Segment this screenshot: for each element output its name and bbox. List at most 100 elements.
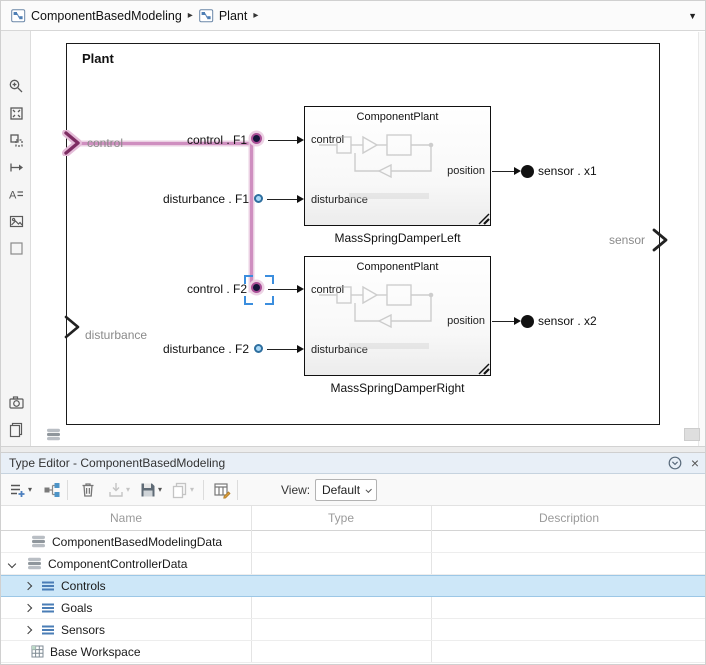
breadcrumb-item-subsystem[interactable]: Plant [199, 8, 248, 23]
signal-label-control-f2: control . F2 [186, 282, 247, 296]
wire-arrow-icon [514, 167, 521, 175]
signal-route-icon[interactable] [7, 158, 25, 176]
view-dropdown[interactable]: Default [315, 479, 377, 501]
import-dropdown-icon[interactable]: ▾ [126, 485, 130, 494]
column-header-name[interactable]: Name [1, 506, 251, 531]
disturbance-inport-icon[interactable] [61, 314, 83, 340]
toolbar-separator [203, 480, 204, 500]
table-row-componentbasedmodelingdata[interactable]: ComponentBasedModelingData [1, 531, 705, 553]
wire-arrow-icon [297, 136, 304, 144]
selection-corner [244, 296, 253, 305]
signal-label-sensor-x2: sensor . x2 [538, 314, 597, 328]
signal-label-sensor-x1: sensor . x1 [538, 164, 597, 178]
wire-arrow-icon [297, 195, 304, 203]
breadcrumb-dropdown-icon[interactable]: ▼ [688, 11, 697, 21]
control-signal-branch-line[interactable] [250, 143, 253, 291]
view-label: View: [281, 483, 311, 497]
block-name-label: MassSpringDamperRight [330, 381, 465, 395]
type-table-rows: ComponentBasedModelingData ComponentCont… [1, 531, 705, 663]
hierarchy-view-button[interactable] [41, 479, 63, 501]
table-row-base-workspace[interactable]: Base Workspace [1, 641, 705, 663]
wire-arrow-icon [514, 317, 521, 325]
control-f1-connector[interactable] [251, 133, 262, 144]
type-table-header: Name Type Description [1, 506, 705, 531]
sensor-port-label: sensor [608, 233, 645, 247]
block-mass-spring-damper-right[interactable]: ComponentPlant control disturbance posit… [304, 256, 491, 376]
edit-table-button[interactable] [211, 479, 233, 501]
type-editor-header: Type Editor - ComponentBasedModeling × [1, 453, 705, 474]
breadcrumb-item-model[interactable]: ComponentBasedModeling [11, 8, 182, 23]
breadcrumb: ComponentBasedModeling ▸ Plant ▸ ▼ [1, 1, 705, 31]
canvas-title: Plant [82, 51, 114, 66]
svg-text:A: A [9, 189, 17, 201]
disturbance-port-label: disturbance [85, 328, 148, 342]
row-label: Base Workspace [50, 644, 141, 659]
sensor-x2-connector[interactable] [521, 315, 534, 328]
workspace-grid-icon [31, 645, 44, 658]
signal-label-control-f1: control . F1 [186, 133, 247, 147]
disturbance-f2-connector[interactable] [254, 344, 263, 353]
wire[interactable] [492, 321, 515, 323]
copy-dropdown-icon[interactable]: ▾ [190, 485, 194, 494]
selection-corner [265, 275, 274, 284]
sensor-x1-connector[interactable] [521, 165, 534, 178]
expand-chevron-icon[interactable] [23, 603, 33, 612]
panel-close-icon[interactable]: × [691, 456, 699, 470]
expand-chevron-icon[interactable] [23, 625, 33, 634]
column-header-description[interactable]: Description [431, 506, 705, 531]
sensor-outport-icon[interactable] [649, 227, 671, 253]
save-button[interactable] [137, 479, 159, 501]
selection-corner [265, 296, 274, 305]
fit-view-icon[interactable] [7, 104, 25, 122]
area-box-icon[interactable] [7, 239, 25, 257]
type-editor-toolbar: ▾ ▾ ▾ ▾ View: Default [1, 474, 705, 506]
signal-label-disturbance-f2: disturbance . F2 [162, 342, 249, 356]
wire[interactable] [492, 171, 515, 173]
add-type-button[interactable] [7, 479, 29, 501]
import-button[interactable] [105, 479, 127, 501]
expand-chevron-icon[interactable] [23, 581, 33, 591]
image-annotation-icon[interactable] [7, 212, 25, 230]
resize-corner-icon [478, 213, 490, 225]
delete-button[interactable] [77, 479, 99, 501]
table-row-controls[interactable]: Controls [1, 575, 705, 597]
wire[interactable] [267, 349, 298, 351]
table-row-componentcontrollerdata[interactable]: ComponentControllerData [1, 553, 705, 575]
table-row-goals[interactable]: Goals [1, 597, 705, 619]
collapse-chevron-icon[interactable] [7, 559, 17, 568]
view-dropdown-value: Default [322, 483, 361, 497]
save-dropdown-icon[interactable]: ▾ [158, 485, 162, 494]
control-inport-icon[interactable] [61, 130, 83, 156]
wire[interactable] [267, 199, 298, 201]
block-mass-spring-damper-left[interactable]: ComponentPlant control disturbance posit… [304, 106, 491, 226]
breadcrumb-separator-icon: ▸ [187, 10, 193, 21]
canvas-vertical-scrollbar[interactable] [698, 32, 705, 446]
table-row-sensors[interactable]: Sensors [1, 619, 705, 641]
wire[interactable] [268, 140, 298, 142]
panel-collapse-icon[interactable] [668, 456, 682, 470]
breadcrumb-separator-icon: ▸ [253, 10, 259, 21]
model-icon [11, 8, 26, 23]
breadcrumb-label[interactable]: Plant [219, 9, 248, 23]
canvas-scrollbar-thumb[interactable] [684, 428, 700, 441]
screenshot-icon[interactable] [7, 393, 25, 411]
zoom-icon[interactable] [7, 77, 25, 95]
resize-corner-icon [478, 363, 490, 375]
column-header-type[interactable]: Type [251, 506, 431, 531]
disturbance-f1-connector[interactable] [254, 194, 263, 203]
breadcrumb-label[interactable]: ComponentBasedModeling [31, 9, 182, 23]
panel-splitter[interactable] [1, 446, 705, 453]
model-data-badge-icon[interactable] [43, 426, 63, 443]
add-type-dropdown-icon[interactable]: ▾ [28, 485, 32, 494]
selection-corner [244, 275, 253, 284]
wire[interactable] [268, 289, 298, 291]
annotation-icon[interactable]: A [7, 185, 25, 203]
copy-button[interactable] [169, 479, 191, 501]
row-label: ComponentBasedModelingData [52, 534, 223, 549]
wire-arrow-icon [297, 285, 304, 293]
region-select-icon[interactable] [7, 131, 25, 149]
data-dictionary-icon [31, 535, 46, 548]
block-name-label: MassSpringDamperLeft [334, 231, 461, 245]
row-label: ComponentControllerData [48, 556, 188, 571]
panels-icon[interactable] [7, 420, 25, 438]
